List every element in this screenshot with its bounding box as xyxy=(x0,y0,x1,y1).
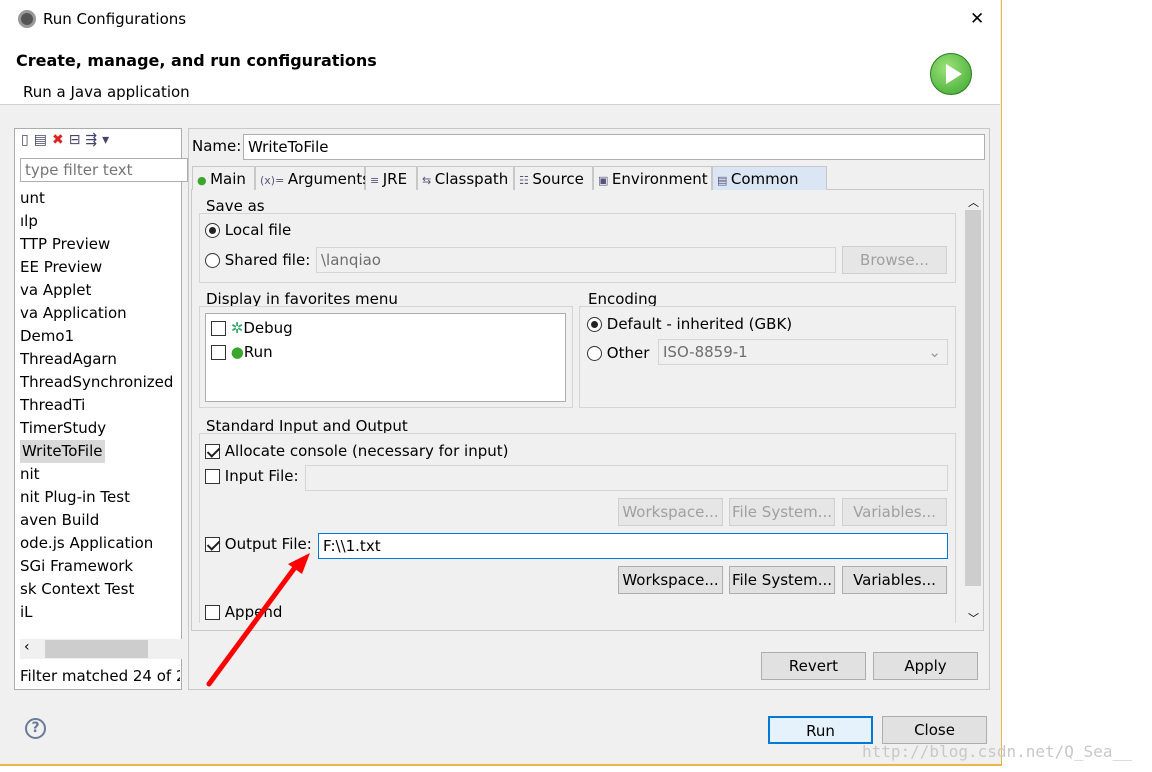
annotation-arrow xyxy=(206,553,310,687)
watermark: http://blog.csdn.net/Q_Sea__ xyxy=(862,742,1132,761)
